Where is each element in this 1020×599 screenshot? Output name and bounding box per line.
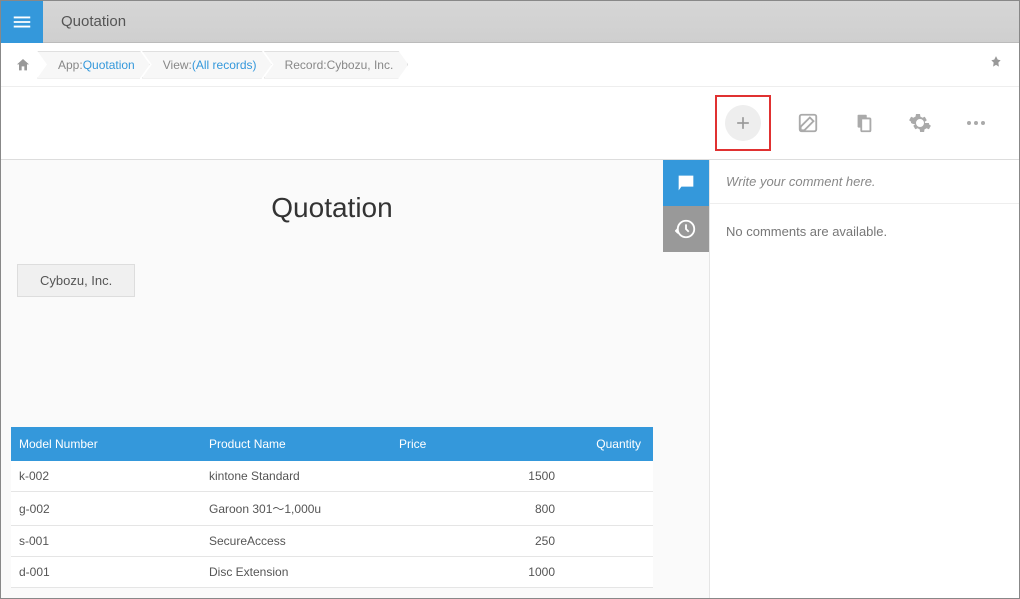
breadcrumb-app-prefix: App: (58, 58, 83, 72)
more-button[interactable] (957, 104, 995, 142)
th-price: Price (391, 427, 571, 461)
pin-icon (989, 55, 1003, 69)
th-model: Model Number (11, 427, 201, 461)
settings-button[interactable] (901, 104, 939, 142)
breadcrumb-app-link: Quotation (83, 58, 135, 72)
cell-model: d-001 (11, 557, 201, 588)
copy-icon (853, 112, 875, 134)
cell-name: SecureAccess (201, 526, 391, 557)
edit-icon (797, 112, 819, 134)
table-row: k-002kintone Standard1500 (11, 461, 653, 492)
th-qty: Quantity (571, 427, 653, 461)
table-row: s-001SecureAccess250 (11, 526, 653, 557)
home-icon (15, 57, 31, 73)
breadcrumb-view[interactable]: View: (All records) (142, 51, 272, 79)
breadcrumb-record-name: Cybozu, Inc. (327, 58, 394, 72)
th-name: Product Name (201, 427, 391, 461)
home-button[interactable] (11, 53, 35, 77)
menu-icon (11, 11, 33, 33)
cell-price: 1500 (391, 461, 571, 492)
cell-name: kintone Standard (201, 461, 391, 492)
comment-icon (675, 172, 697, 194)
app-title: Quotation (61, 13, 126, 30)
cell-name: Disc Extension (201, 557, 391, 588)
table-row: d-001Disc Extension1000 (11, 557, 653, 588)
breadcrumb-view-link: (All records) (192, 58, 257, 72)
tab-history[interactable] (663, 206, 709, 252)
no-comments-message: No comments are available. (710, 204, 1019, 259)
duplicate-record-button[interactable] (845, 104, 883, 142)
top-bar: Quotation (1, 1, 1019, 43)
cell-price: 1000 (391, 557, 571, 588)
customer-field: Cybozu, Inc. (17, 264, 135, 297)
tab-comments[interactable] (663, 160, 709, 206)
cell-qty (571, 461, 653, 492)
products-table: Model Number Product Name Price Quantity… (11, 427, 653, 588)
cell-qty (571, 492, 653, 526)
cell-price: 250 (391, 526, 571, 557)
comment-input[interactable]: Write your comment here. (710, 160, 1019, 204)
page-title: Quotation (11, 192, 653, 224)
breadcrumb-app[interactable]: App: Quotation (37, 51, 150, 79)
side-tabs (663, 160, 709, 598)
edit-record-button[interactable] (789, 104, 827, 142)
gear-icon (908, 111, 932, 135)
cell-model: k-002 (11, 461, 201, 492)
cell-price: 800 (391, 492, 571, 526)
cell-qty (571, 557, 653, 588)
table-row: g-002Garoon 301～1,000u800 (11, 492, 653, 526)
more-icon (964, 111, 988, 135)
plus-icon (733, 113, 753, 133)
record-pane: Quotation Cybozu, Inc. Model Number Prod… (1, 160, 663, 598)
cell-model: s-001 (11, 526, 201, 557)
record-toolbar (1, 87, 1019, 159)
pin-button[interactable] (989, 55, 1003, 72)
breadcrumb-record-prefix: Record: (285, 58, 327, 72)
cell-model: g-002 (11, 492, 201, 526)
breadcrumb-view-prefix: View: (163, 58, 192, 72)
breadcrumb: App: Quotation View: (All records) Recor… (1, 43, 1019, 87)
main-area: Quotation Cybozu, Inc. Model Number Prod… (1, 159, 1019, 598)
add-record-button[interactable] (715, 95, 771, 151)
history-icon (675, 218, 697, 240)
menu-button[interactable] (1, 1, 43, 43)
cell-name: Garoon 301～1,000u (201, 492, 391, 526)
comment-pane: Write your comment here. No comments are… (709, 160, 1019, 598)
breadcrumb-record: Record: Cybozu, Inc. (264, 51, 409, 79)
cell-qty (571, 526, 653, 557)
